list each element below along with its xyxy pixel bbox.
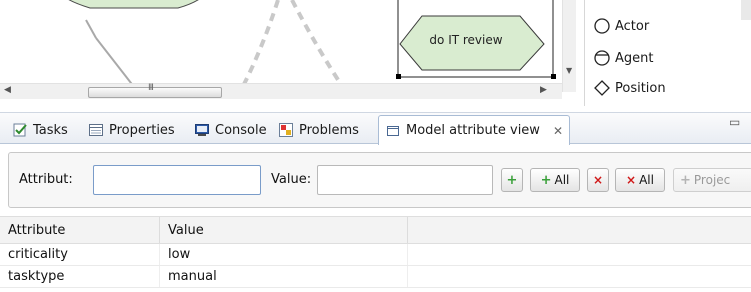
attribute-form: Attribut: Value: + + All × × All + Proje… [8,152,751,208]
position-diamond-icon [594,80,610,96]
properties-icon [89,124,103,136]
tasks-icon [13,123,27,137]
remove-button[interactable]: × [587,168,609,192]
attribute-table: Attribute Value criticality low tasktype… [0,216,751,288]
palette-item-label: Position [615,80,666,96]
remove-all-button[interactable]: × All [615,168,665,192]
remove-all-label: All [639,173,654,187]
tab-label: Tasks [33,122,68,138]
add-all-button[interactable]: + All [530,168,580,192]
actor-circle-icon [594,18,610,34]
selection-handle[interactable] [396,74,401,79]
add-to-project-button[interactable]: + Projec [673,168,751,192]
column-header-empty [408,217,751,243]
palette-item-actor[interactable]: Actor [593,16,649,36]
cell-attribute: tasktype [0,266,160,287]
palette-scrollbar[interactable] [741,0,751,20]
tab-label: Console [215,122,267,138]
plus-icon: + [506,172,518,188]
cell-value: low [160,244,408,265]
goal-shape [68,0,199,9]
table-header: Attribute Value [0,216,751,244]
tab-tasks[interactable]: Tasks [12,117,68,143]
canvas-vertical-scrollbar[interactable]: ▼ [562,0,576,92]
editor-window: do IT review ▼ ◀ III ▶ Actor Agent Posit… [0,0,751,292]
view-tab-bar: Tasks Properties Console Problems Model … [0,112,751,145]
plus-icon: + [540,172,552,188]
scrollbar-grip: III [148,83,154,93]
dashed-link-right [290,0,348,92]
table-row[interactable]: tasktype manual [0,266,751,288]
tab-properties[interactable]: Properties [88,117,175,143]
attribute-input[interactable] [93,165,261,195]
cell-empty [408,266,751,287]
attribute-label: Attribut: [19,172,73,187]
palette-item-position[interactable]: Position [593,78,666,98]
scroll-left-icon[interactable]: ◀ [4,85,11,95]
tab-problems[interactable]: Problems [278,117,359,143]
palette-item-label: Actor [615,18,650,34]
minimize-icon[interactable]: ▭ [729,115,740,129]
console-icon [195,124,209,136]
palette-item-agent[interactable]: Agent [593,48,653,68]
dashed-link-left [238,0,280,92]
agent-circle-icon [594,50,610,66]
project-label: Projec [693,173,731,187]
remove-icon: × [592,173,604,187]
add-button[interactable]: + [501,168,523,192]
table-row[interactable]: criticality low [0,244,751,266]
close-icon[interactable]: ✕ [553,124,563,138]
column-header-value[interactable]: Value [160,217,408,243]
column-header-attribute[interactable]: Attribute [0,217,160,243]
diagram-canvas[interactable]: do IT review ▼ [0,0,576,92]
canvas-horizontal-scrollbar[interactable]: ◀ III ▶ [0,83,562,99]
tab-console[interactable]: Console [194,117,267,143]
selection-handle[interactable] [551,74,556,79]
scrollbar-thumb[interactable] [88,87,222,98]
cell-attribute: criticality [0,244,160,265]
value-label: Value: [271,172,312,187]
problems-icon [279,123,293,137]
cell-value: manual [160,266,408,287]
palette: Actor Agent Position [584,0,751,106]
cell-empty [408,244,751,265]
tab-label: Properties [109,122,175,138]
scroll-down-icon[interactable]: ▼ [566,66,572,75]
tab-label: Problems [299,122,359,138]
palette-item-label: Agent [615,50,654,66]
tab-model-attribute-view[interactable]: Model attribute view ✕ [378,115,570,145]
tab-label: Model attribute view [406,123,540,138]
scroll-right-icon[interactable]: ▶ [540,85,547,95]
add-all-label: All [554,173,570,187]
value-input[interactable] [317,165,493,195]
task-shape-label[interactable]: do IT review [410,33,522,47]
view-icon [387,125,399,136]
remove-icon: × [626,173,637,187]
plus-icon: + [680,172,691,188]
